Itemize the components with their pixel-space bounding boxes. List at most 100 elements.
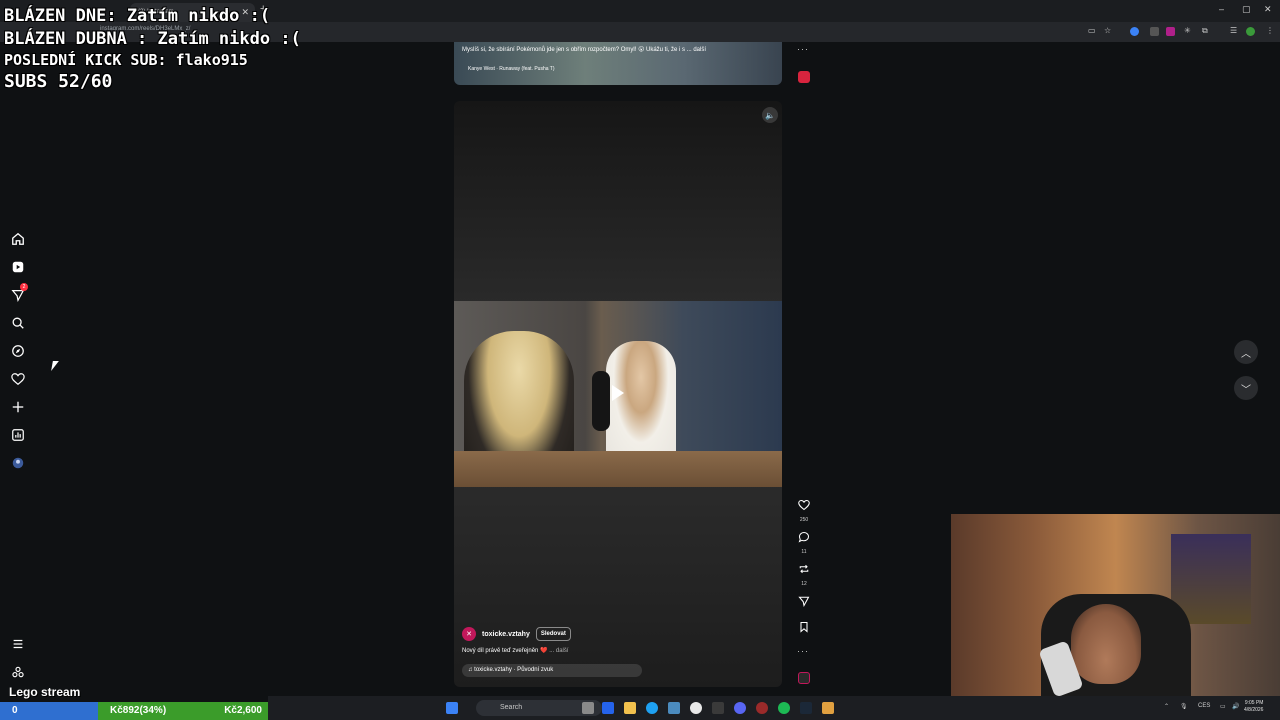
chrome-icon[interactable] (690, 702, 702, 714)
volume-icon[interactable]: 🔊 (1232, 703, 1239, 710)
next-reel-button[interactable]: ﹀ (1234, 376, 1258, 400)
threads-icon[interactable] (10, 664, 26, 680)
home-icon[interactable] (10, 231, 26, 247)
share-icon (798, 596, 810, 608)
audio-label: toxicke.vztahy · Původní zvuk (474, 667, 554, 673)
previous-reel-caption: Myslíš si, že sbírání Pokémonů jde jen s… (462, 47, 707, 53)
comment-button[interactable]: 11 (796, 530, 812, 555)
close-window-button[interactable]: ✕ (1264, 4, 1272, 15)
explore-icon[interactable] (10, 343, 26, 359)
repost-count: 12 (801, 581, 807, 587)
like-count: 250 (799, 517, 809, 523)
author-avatar[interactable]: ✕ (462, 627, 476, 641)
donation-goal-bar: Kč892(34%) Kč2,600 (98, 702, 268, 720)
heart-icon[interactable] (10, 371, 26, 387)
webcam-streamer (1071, 604, 1141, 684)
clock-date: 4/8/2026 (1244, 707, 1264, 713)
save-button[interactable] (796, 620, 812, 638)
repost-button[interactable]: 12 (796, 562, 812, 587)
file-explorer-icon[interactable] (624, 702, 636, 714)
goal-total: Kč2,600 (224, 705, 262, 716)
obs-icon[interactable] (822, 702, 834, 714)
taskbar-clock[interactable]: 9:05 PM 4/8/2026 (1244, 700, 1263, 714)
bookmark-icon (800, 621, 808, 633)
overlay-fool-of-day: BLÁZEN DNE: Zatím nikdo :( (4, 6, 271, 26)
dashboard-icon[interactable] (10, 427, 26, 443)
play-icon[interactable] (612, 385, 624, 401)
network-icon[interactable]: ▭ (1220, 703, 1226, 710)
clock-time: 9:05 PM (1244, 700, 1264, 706)
notification-badge: 2 (20, 283, 28, 291)
overlay-last-sub: POSLEDNÍ KICK SUB: flako915 (4, 51, 248, 69)
bookmark-star-icon[interactable]: ☆ (1104, 26, 1111, 35)
follow-button[interactable]: Sledovat (535, 627, 571, 641)
browser-menu-icon[interactable]: ⋮ (1266, 26, 1274, 35)
extension-icon[interactable]: ✳ (1184, 26, 1191, 35)
discord-icon[interactable] (734, 702, 746, 714)
spotify-icon[interactable] (778, 702, 790, 714)
previous-reel-card[interactable]: Myslíš si, že sbírání Pokémonů jde jen s… (454, 42, 782, 85)
task-view-icon[interactable] (582, 702, 594, 714)
video-person-right (606, 341, 676, 461)
steam-icon[interactable] (800, 702, 812, 714)
tab-search-icon[interactable]: ☰ (1230, 26, 1237, 35)
chevron-down-icon: ﹀ (1241, 384, 1251, 396)
extension-icon[interactable] (1130, 27, 1139, 36)
search-icon[interactable] (10, 315, 26, 331)
goal-counter: 0 (0, 702, 98, 720)
repost-icon (799, 564, 809, 574)
minimize-button[interactable]: – (1219, 4, 1224, 14)
reel-audio-link[interactable]: ♫ toxicke.vztahy · Původní zvuk (462, 664, 642, 677)
audio-thumbnail-icon[interactable] (798, 672, 810, 684)
overlay-sub-count: SUBS 52/60 (4, 71, 113, 92)
create-icon[interactable] (10, 399, 26, 415)
reels-icon[interactable] (10, 259, 26, 275)
chevron-up-icon: ︿ (1241, 348, 1251, 360)
caption-text: Nový díl právě teď zveřejněn ❤️ (462, 648, 548, 654)
reel-caption: Nový díl právě teď zveřejněn ❤️ ... dalš… (462, 647, 569, 654)
menu-icon[interactable] (10, 636, 26, 652)
stream-overlay: BLÁZEN DNE: Zatím nikdo :( BLÁZEN DUBNA … (4, 4, 301, 94)
video-table (454, 451, 782, 487)
previous-more-options-icon[interactable]: ··· (797, 44, 809, 54)
mouse-cursor (51, 361, 59, 371)
cast-icon[interactable]: ▭ (1088, 26, 1096, 35)
reel-video[interactable] (454, 301, 782, 487)
more-options-icon[interactable]: ··· (797, 646, 809, 656)
previous-audio-thumb-icon[interactable] (798, 71, 810, 83)
start-icon[interactable] (446, 702, 458, 714)
stream-title: Lego stream (9, 685, 81, 699)
heart-icon (798, 499, 810, 511)
tray-overflow-icon[interactable]: ⌃ (1164, 703, 1169, 710)
share-button[interactable] (796, 594, 812, 612)
edge-icon[interactable] (646, 702, 658, 714)
profile-avatar-icon[interactable] (1246, 27, 1255, 36)
search-placeholder: Search (500, 704, 523, 711)
goal-progress: Kč892(34%) (110, 705, 167, 716)
author-name[interactable]: toxicke.vztahy (482, 631, 530, 638)
comment-count: 11 (801, 549, 807, 555)
mute-icon[interactable]: 🔈 (762, 107, 778, 123)
previous-reel-audio[interactable]: Kanye West · Runaway (feat. Pusha T) (468, 66, 555, 72)
webcam-feed (951, 514, 1280, 700)
reel-author: ✕ toxicke.vztahy Sledovat (462, 627, 571, 641)
previous-reel-button[interactable]: ︿ (1234, 340, 1258, 364)
like-button[interactable]: 250 (796, 498, 812, 523)
puzzle-icon[interactable]: ⧉ (1202, 26, 1208, 36)
caption-more-link[interactable]: ... další (549, 648, 568, 654)
language-indicator[interactable]: CES (1198, 703, 1210, 709)
maximize-button[interactable]: ▢ (1242, 4, 1251, 15)
download-icon[interactable] (712, 702, 724, 714)
extension-icon[interactable] (1166, 27, 1175, 36)
microphone-icon[interactable]: 🎙 (1180, 703, 1188, 710)
windows-taskbar: Search ⌃ 🎙 CES ▭ 🔊 9:05 PM 4/8/2026 (268, 696, 1280, 720)
comment-icon (798, 531, 810, 543)
copilot-icon[interactable] (602, 702, 614, 714)
store-icon[interactable] (668, 702, 680, 714)
overlay-fool-of-month: BLÁZEN DUBNA : Zatím nikdo :( (4, 29, 301, 49)
direct-message-icon[interactable]: 2 (10, 283, 28, 303)
app-icon[interactable] (756, 702, 768, 714)
extension-icon[interactable] (1150, 27, 1159, 36)
reel-player[interactable]: 🔈 ✕ toxicke.vztahy Sledovat Nový díl prá… (454, 101, 782, 687)
profile-icon[interactable] (10, 455, 26, 471)
